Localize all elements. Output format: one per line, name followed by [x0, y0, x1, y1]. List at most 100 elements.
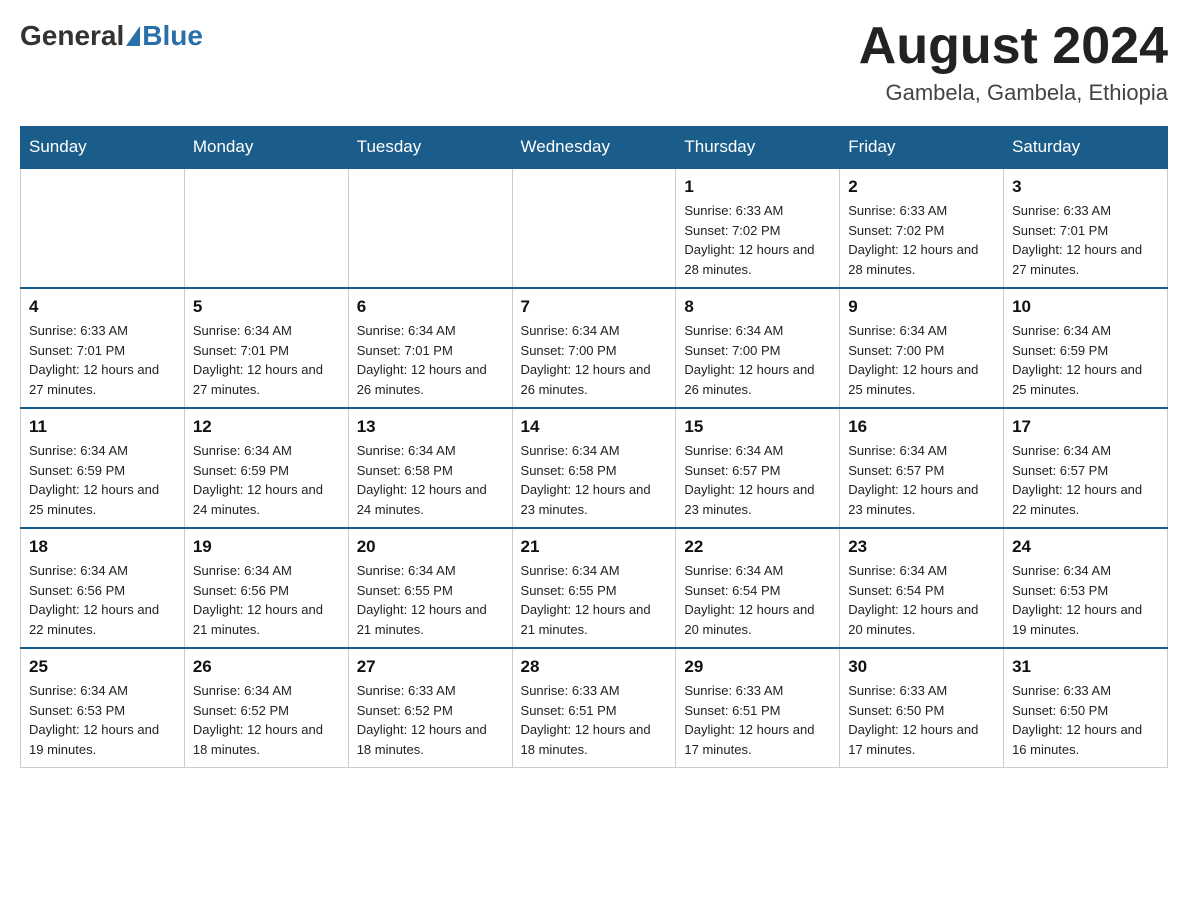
- logo: General Blue: [20, 20, 203, 52]
- calendar-cell: 4 Sunrise: 6:33 AMSunset: 7:01 PMDaylight…: [21, 288, 185, 408]
- day-info: Sunrise: 6:34 AMSunset: 6:57 PMDaylight:…: [684, 441, 831, 519]
- day-of-week-header: Monday: [184, 127, 348, 169]
- month-title: August 2024: [859, 20, 1168, 72]
- day-number: 18: [29, 537, 176, 557]
- calendar-cell: 2 Sunrise: 6:33 AMSunset: 7:02 PMDaylight…: [840, 168, 1004, 288]
- calendar-cell: 8 Sunrise: 6:34 AMSunset: 7:00 PMDaylight…: [676, 288, 840, 408]
- calendar-cell: [21, 168, 185, 288]
- calendar-cell: 19 Sunrise: 6:34 AMSunset: 6:56 PMDayligh…: [184, 528, 348, 648]
- calendar-cell: 3 Sunrise: 6:33 AMSunset: 7:01 PMDaylight…: [1004, 168, 1168, 288]
- day-of-week-header: Friday: [840, 127, 1004, 169]
- day-number: 11: [29, 417, 176, 437]
- day-info: Sunrise: 6:33 AMSunset: 6:50 PMDaylight:…: [848, 681, 995, 759]
- calendar-cell: 31Sunrise: 6:33 AMSunset: 6:50 PMDayligh…: [1004, 648, 1168, 768]
- calendar-cell: 30 Sunrise: 6:33 AMSunset: 6:50 PMDayligh…: [840, 648, 1004, 768]
- page-header: General Blue August 2024 Gambela, Gambel…: [20, 20, 1168, 106]
- day-of-week-header: Sunday: [21, 127, 185, 169]
- day-number: 15: [684, 417, 831, 437]
- calendar-week-row: 1 Sunrise: 6:33 AMSunset: 7:02 PMDaylight…: [21, 168, 1168, 288]
- day-number: 29: [684, 657, 831, 677]
- day-number: 22: [684, 537, 831, 557]
- day-info: Sunrise: 6:34 AMSunset: 6:56 PMDaylight:…: [193, 561, 340, 639]
- logo-blue-text: Blue: [142, 20, 203, 52]
- day-info: Sunrise: 6:34 AMSunset: 7:00 PMDaylight:…: [684, 321, 831, 399]
- day-number: 8: [684, 297, 831, 317]
- day-info: Sunrise: 6:33 AMSunset: 7:01 PMDaylight:…: [1012, 201, 1159, 279]
- calendar-cell: 9 Sunrise: 6:34 AMSunset: 7:00 PMDaylight…: [840, 288, 1004, 408]
- calendar-cell: 1Sunrise: 6:33 AMSunset: 7:02 PMDaylight…: [676, 168, 840, 288]
- day-info: Sunrise: 6:33 AMSunset: 6:52 PMDaylight:…: [357, 681, 504, 759]
- day-of-week-header: Wednesday: [512, 127, 676, 169]
- day-number: 12: [193, 417, 340, 437]
- day-info: Sunrise: 6:34 AMSunset: 6:52 PMDaylight:…: [193, 681, 340, 759]
- day-info: Sunrise: 6:34 AMSunset: 7:00 PMDaylight:…: [848, 321, 995, 399]
- day-of-week-header: Tuesday: [348, 127, 512, 169]
- calendar-cell: 16Sunrise: 6:34 AMSunset: 6:57 PMDayligh…: [840, 408, 1004, 528]
- day-number: 2: [848, 177, 995, 197]
- day-number: 10: [1012, 297, 1159, 317]
- day-info: Sunrise: 6:34 AMSunset: 6:56 PMDaylight:…: [29, 561, 176, 639]
- calendar-week-row: 25Sunrise: 6:34 AMSunset: 6:53 PMDayligh…: [21, 648, 1168, 768]
- day-info: Sunrise: 6:34 AMSunset: 7:01 PMDaylight:…: [357, 321, 504, 399]
- calendar-cell: 12 Sunrise: 6:34 AMSunset: 6:59 PMDayligh…: [184, 408, 348, 528]
- day-number: 17: [1012, 417, 1159, 437]
- day-number: 13: [357, 417, 504, 437]
- day-info: Sunrise: 6:34 AMSunset: 6:59 PMDaylight:…: [29, 441, 176, 519]
- calendar-cell: 6 Sunrise: 6:34 AMSunset: 7:01 PMDaylight…: [348, 288, 512, 408]
- calendar-cell: 28Sunrise: 6:33 AMSunset: 6:51 PMDayligh…: [512, 648, 676, 768]
- calendar-header-row: SundayMondayTuesdayWednesdayThursdayFrid…: [21, 127, 1168, 169]
- day-number: 9: [848, 297, 995, 317]
- day-number: 21: [521, 537, 668, 557]
- day-of-week-header: Thursday: [676, 127, 840, 169]
- day-info: Sunrise: 6:34 AMSunset: 6:59 PMDaylight:…: [1012, 321, 1159, 399]
- day-number: 7: [521, 297, 668, 317]
- day-info: Sunrise: 6:34 AMSunset: 6:57 PMDaylight:…: [1012, 441, 1159, 519]
- day-number: 26: [193, 657, 340, 677]
- day-info: Sunrise: 6:33 AMSunset: 6:51 PMDaylight:…: [684, 681, 831, 759]
- day-number: 30: [848, 657, 995, 677]
- day-number: 6: [357, 297, 504, 317]
- day-number: 3: [1012, 177, 1159, 197]
- day-info: Sunrise: 6:34 AMSunset: 6:54 PMDaylight:…: [848, 561, 995, 639]
- day-info: Sunrise: 6:34 AMSunset: 7:01 PMDaylight:…: [193, 321, 340, 399]
- calendar-cell: 11 Sunrise: 6:34 AMSunset: 6:59 PMDayligh…: [21, 408, 185, 528]
- day-number: 1: [684, 177, 831, 197]
- location-subtitle: Gambela, Gambela, Ethiopia: [859, 80, 1168, 106]
- calendar-cell: 26 Sunrise: 6:34 AMSunset: 6:52 PMDayligh…: [184, 648, 348, 768]
- day-info: Sunrise: 6:33 AMSunset: 6:50 PMDaylight:…: [1012, 681, 1159, 759]
- calendar-cell: 23 Sunrise: 6:34 AMSunset: 6:54 PMDayligh…: [840, 528, 1004, 648]
- day-number: 27: [357, 657, 504, 677]
- calendar-cell: 27 Sunrise: 6:33 AMSunset: 6:52 PMDayligh…: [348, 648, 512, 768]
- day-info: Sunrise: 6:34 AMSunset: 6:55 PMDaylight:…: [357, 561, 504, 639]
- calendar-cell: [184, 168, 348, 288]
- day-info: Sunrise: 6:33 AMSunset: 7:01 PMDaylight:…: [29, 321, 176, 399]
- day-info: Sunrise: 6:34 AMSunset: 7:00 PMDaylight:…: [521, 321, 668, 399]
- calendar-cell: 22Sunrise: 6:34 AMSunset: 6:54 PMDayligh…: [676, 528, 840, 648]
- calendar-cell: 13Sunrise: 6:34 AMSunset: 6:58 PMDayligh…: [348, 408, 512, 528]
- calendar-cell: 5Sunrise: 6:34 AMSunset: 7:01 PMDaylight…: [184, 288, 348, 408]
- calendar-cell: 15 Sunrise: 6:34 AMSunset: 6:57 PMDayligh…: [676, 408, 840, 528]
- day-number: 4: [29, 297, 176, 317]
- calendar-table: SundayMondayTuesdayWednesdayThursdayFrid…: [20, 126, 1168, 768]
- day-info: Sunrise: 6:34 AMSunset: 6:57 PMDaylight:…: [848, 441, 995, 519]
- day-number: 25: [29, 657, 176, 677]
- day-number: 24: [1012, 537, 1159, 557]
- calendar-week-row: 18 Sunrise: 6:34 AMSunset: 6:56 PMDayligh…: [21, 528, 1168, 648]
- day-number: 19: [193, 537, 340, 557]
- calendar-cell: 14Sunrise: 6:34 AMSunset: 6:58 PMDayligh…: [512, 408, 676, 528]
- day-info: Sunrise: 6:34 AMSunset: 6:53 PMDaylight:…: [1012, 561, 1159, 639]
- day-info: Sunrise: 6:34 AMSunset: 6:58 PMDaylight:…: [521, 441, 668, 519]
- calendar-cell: [512, 168, 676, 288]
- calendar-cell: 24 Sunrise: 6:34 AMSunset: 6:53 PMDayligh…: [1004, 528, 1168, 648]
- day-number: 28: [521, 657, 668, 677]
- calendar-cell: 18 Sunrise: 6:34 AMSunset: 6:56 PMDayligh…: [21, 528, 185, 648]
- logo-triangle-icon: [126, 26, 140, 46]
- calendar-cell: 20Sunrise: 6:34 AMSunset: 6:55 PMDayligh…: [348, 528, 512, 648]
- calendar-cell: 10 Sunrise: 6:34 AMSunset: 6:59 PMDayligh…: [1004, 288, 1168, 408]
- day-number: 23: [848, 537, 995, 557]
- day-info: Sunrise: 6:34 AMSunset: 6:55 PMDaylight:…: [521, 561, 668, 639]
- day-info: Sunrise: 6:33 AMSunset: 7:02 PMDaylight:…: [848, 201, 995, 279]
- day-info: Sunrise: 6:34 AMSunset: 6:59 PMDaylight:…: [193, 441, 340, 519]
- day-of-week-header: Saturday: [1004, 127, 1168, 169]
- calendar-cell: 29 Sunrise: 6:33 AMSunset: 6:51 PMDayligh…: [676, 648, 840, 768]
